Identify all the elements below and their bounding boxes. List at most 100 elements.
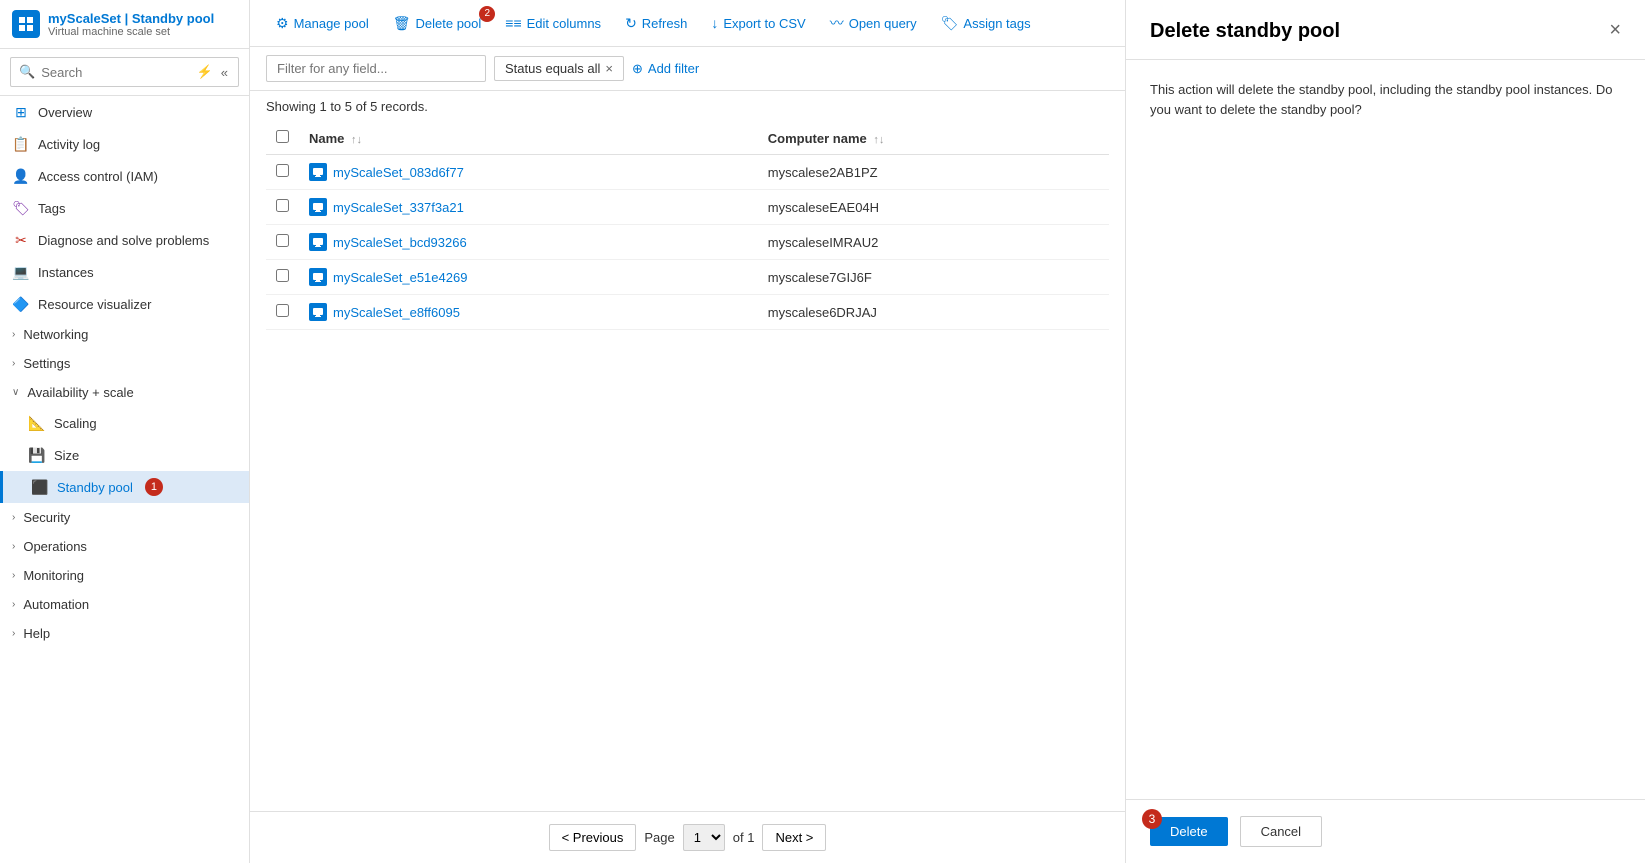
row-checkbox[interactable]	[276, 234, 289, 247]
main-content: ⚙ Manage pool 🗑 Delete pool 2 ≡≡ Edit co…	[250, 0, 1125, 863]
chevron-icon: ›	[12, 512, 15, 523]
col-name-label: Name	[309, 131, 344, 146]
brand-icon	[12, 10, 40, 38]
row-checkbox[interactable]	[276, 164, 289, 177]
instance-name-link[interactable]: myScaleSet_e8ff6095	[309, 303, 748, 321]
edit-columns-button[interactable]: ≡≡ Edit columns	[495, 10, 611, 36]
vm-icon	[309, 233, 327, 251]
delete-pool-label: Delete pool	[416, 16, 482, 31]
table-row: myScaleSet_bcd93266 myscaleseIMRAU2	[266, 225, 1109, 260]
sidebar-item-monitoring[interactable]: › Monitoring	[0, 561, 249, 590]
chevron-down-icon: ∨	[12, 387, 19, 398]
col-computer-name-label: Computer name	[768, 131, 867, 146]
chevron-icon: ›	[12, 358, 15, 369]
assign-tags-button[interactable]: 🏷 Assign tags	[931, 10, 1041, 37]
row-checkbox[interactable]	[276, 199, 289, 212]
instance-name-text: myScaleSet_083d6f77	[333, 165, 464, 180]
sidebar-item-label: Overview	[38, 105, 92, 120]
add-filter-label: Add filter	[648, 61, 699, 76]
scaling-icon: 📐	[28, 414, 46, 432]
row-checkbox[interactable]	[276, 304, 289, 317]
edit-columns-label: Edit columns	[527, 16, 601, 31]
instance-name-text: myScaleSet_bcd93266	[333, 235, 467, 250]
search-box: 🔍 ⚡ «	[10, 57, 239, 87]
sidebar-item-scaling[interactable]: 📐 Scaling	[0, 407, 249, 439]
sidebar-item-activity-log[interactable]: 📋 Activity log	[0, 128, 249, 160]
sidebar-item-security[interactable]: › Security	[0, 503, 249, 532]
sidebar-item-label: Resource visualizer	[38, 297, 151, 312]
sidebar-search-container: 🔍 ⚡ «	[0, 49, 249, 96]
filter-tag-close[interactable]: ×	[605, 61, 613, 76]
edit-columns-icon: ≡≡	[505, 15, 521, 31]
search-input[interactable]	[41, 65, 188, 80]
sidebar-item-instances[interactable]: 💻 Instances	[0, 256, 249, 288]
sidebar-item-standby-pool[interactable]: ⬛ Standby pool 1	[0, 471, 249, 503]
add-filter-button[interactable]: ⊕ Add filter	[632, 61, 699, 77]
sidebar-item-label: Scaling	[54, 416, 97, 431]
instances-table: Name ↑↓ Computer name ↑↓	[266, 122, 1109, 330]
chevron-icon: ›	[12, 541, 15, 552]
instance-name-link[interactable]: myScaleSet_e51e4269	[309, 268, 748, 286]
sidebar-item-label: Tags	[38, 201, 65, 216]
activity-log-icon: 📋	[12, 135, 30, 153]
chevron-icon: ›	[12, 570, 15, 581]
cancel-button[interactable]: Cancel	[1240, 816, 1322, 847]
filter-tag: Status equals all ×	[494, 56, 624, 81]
refresh-button[interactable]: ↻ Refresh	[615, 10, 697, 37]
name-sort-icon[interactable]: ↑↓	[351, 134, 362, 146]
panel-step-badge: 3	[1142, 809, 1162, 829]
page-of-label: of 1	[733, 830, 755, 845]
manage-pool-button[interactable]: ⚙ Manage pool	[266, 10, 379, 37]
sidebar-item-label: Size	[54, 448, 79, 463]
records-count: Showing 1 to 5 of 5 records.	[250, 91, 1125, 122]
instance-name-link[interactable]: myScaleSet_083d6f77	[309, 163, 748, 181]
filter-bar: Status equals all × ⊕ Add filter	[250, 47, 1125, 91]
computer-name-sort-icon[interactable]: ↑↓	[873, 134, 884, 146]
computer-name-cell: myscalese2AB1PZ	[758, 155, 1109, 190]
sidebar-item-label: Availability + scale	[27, 385, 133, 400]
sidebar-item-size[interactable]: 💾 Size	[0, 439, 249, 471]
row-checkbox[interactable]	[276, 269, 289, 282]
open-query-button[interactable]: 〰 Open query	[820, 8, 927, 38]
delete-pool-button[interactable]: 🗑 Delete pool	[383, 10, 492, 37]
instance-name-link[interactable]: myScaleSet_337f3a21	[309, 198, 748, 216]
sidebar-item-label: Networking	[23, 327, 88, 342]
chevron-icon: ›	[12, 599, 15, 610]
sidebar-item-settings[interactable]: › Settings	[0, 349, 249, 378]
instance-name-link[interactable]: myScaleSet_bcd93266	[309, 233, 748, 251]
sidebar-item-availability-scale[interactable]: ∨ Availability + scale	[0, 378, 249, 407]
next-button[interactable]: Next >	[762, 824, 826, 851]
sidebar-item-label: Operations	[23, 539, 87, 554]
sidebar-item-label: Access control (IAM)	[38, 169, 158, 184]
sidebar-item-tags[interactable]: 🏷 Tags	[0, 192, 249, 224]
panel-footer: Delete 3 Cancel	[1126, 799, 1645, 863]
page-label: Page	[644, 830, 674, 845]
export-csv-button[interactable]: ↓ Export to CSV	[701, 10, 815, 36]
vm-icon	[309, 303, 327, 321]
filter-input[interactable]	[266, 55, 486, 82]
delete-pool-wrapper: 🗑 Delete pool 2	[383, 10, 492, 37]
select-all-checkbox[interactable]	[276, 130, 289, 143]
sidebar-item-operations[interactable]: › Operations	[0, 532, 249, 561]
sidebar-item-resource-visualizer[interactable]: 🔷 Resource visualizer	[0, 288, 249, 320]
sidebar-item-diagnose[interactable]: ✂ Diagnose and solve problems	[0, 224, 249, 256]
sidebar-header: myScaleSet | Standby pool Virtual machin…	[0, 0, 249, 49]
sidebar-item-networking[interactable]: › Networking	[0, 320, 249, 349]
sidebar-item-label: Settings	[23, 356, 70, 371]
search-filter-btn[interactable]: ⚡	[195, 62, 215, 82]
search-collapse-btn[interactable]: «	[219, 62, 230, 82]
sidebar-item-label: Diagnose and solve problems	[38, 233, 209, 248]
vm-icon	[309, 163, 327, 181]
instance-name-text: myScaleSet_e51e4269	[333, 270, 467, 285]
sidebar-item-overview[interactable]: ⊞ Overview	[0, 96, 249, 128]
panel-close-button[interactable]: ×	[1609, 20, 1621, 40]
computer-name-cell: myscaleseIMRAU2	[758, 225, 1109, 260]
resource-visualizer-icon: 🔷	[12, 295, 30, 313]
sidebar-item-help[interactable]: › Help	[0, 619, 249, 648]
assign-tags-label: Assign tags	[963, 16, 1030, 31]
assign-tags-icon: 🏷	[941, 15, 959, 32]
sidebar-item-access-control[interactable]: 👤 Access control (IAM)	[0, 160, 249, 192]
page-select[interactable]: 1	[683, 824, 725, 851]
previous-button[interactable]: < Previous	[549, 824, 637, 851]
sidebar-item-automation[interactable]: › Automation	[0, 590, 249, 619]
